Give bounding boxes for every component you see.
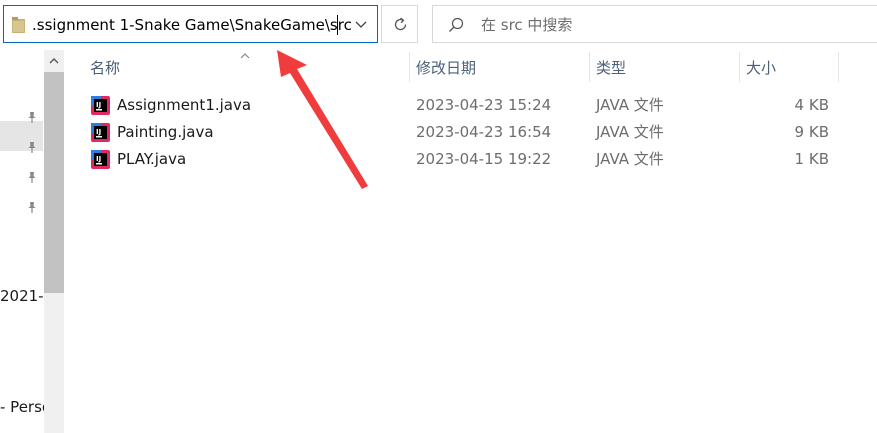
file-name[interactable]: Painting.java [117,122,214,142]
scrollbar-thumb[interactable] [44,72,64,293]
refresh-icon [394,17,407,31]
column-header-name[interactable]: 名称 [90,58,120,78]
chevron-down-icon[interactable] [354,18,368,32]
intellij-java-file-icon: IJ [91,123,110,142]
column-divider[interactable] [409,52,410,82]
svg-text:IJ: IJ [96,155,101,163]
search-placeholder[interactable]: 在 src 中搜索 [481,15,572,35]
pin-icon[interactable] [25,110,39,124]
nav-item-2021[interactable]: 2021-2 [0,286,44,306]
file-row[interactable]: IJ Painting.java 2023-04-23 16:54 JAVA 文… [86,119,836,146]
column-divider[interactable] [838,52,839,82]
text-caret [337,15,338,35]
nav-item-label: - Perso [0,398,44,416]
svg-text:IJ: IJ [96,128,101,136]
search-icon [449,17,464,32]
column-header-size[interactable]: 大小 [746,58,776,78]
pin-icon[interactable] [25,140,39,154]
file-name[interactable]: Assignment1.java [117,95,251,115]
file-date: 2023-04-23 15:24 [416,96,552,114]
nav-item-personal[interactable]: - Perso [0,397,44,417]
sort-ascending-icon [240,53,250,59]
nav-item-label: 2021-2 [0,287,44,305]
file-date: 2023-04-23 16:54 [416,123,552,141]
folder-icon [12,17,25,33]
file-row[interactable]: IJ PLAY.java 2023-04-15 19:22 JAVA 文件 1 … [86,146,836,173]
search-box[interactable]: 在 src 中搜索 [432,5,877,43]
pin-icon[interactable] [25,200,39,214]
refresh-button[interactable] [381,5,418,43]
intellij-java-file-icon: IJ [91,96,110,115]
file-type: JAVA 文件 [596,123,664,141]
column-header-type[interactable]: 类型 [596,58,626,78]
address-path[interactable]: .ssignment 1-Snake Game\SnakeGame\src [32,15,352,35]
file-date: 2023-04-15 19:22 [416,150,552,168]
address-bar[interactable]: .ssignment 1-Snake Game\SnakeGame\src [3,5,378,43]
column-divider[interactable] [739,52,740,82]
pin-icon[interactable] [25,170,39,184]
intellij-java-file-icon: IJ [91,150,110,169]
file-type: JAVA 文件 [596,150,664,168]
file-size: 4 KB [794,96,829,114]
column-divider[interactable] [589,52,590,82]
column-header-date[interactable]: 修改日期 [416,58,476,78]
file-size: 1 KB [794,150,829,168]
file-name[interactable]: PLAY.java [117,149,186,169]
svg-text:IJ: IJ [96,101,101,109]
file-size: 9 KB [794,123,829,141]
scroll-up-icon[interactable] [44,50,64,72]
file-row[interactable]: IJ Assignment1.java 2023-04-23 15:24 JAV… [86,92,836,119]
file-type: JAVA 文件 [596,96,664,114]
